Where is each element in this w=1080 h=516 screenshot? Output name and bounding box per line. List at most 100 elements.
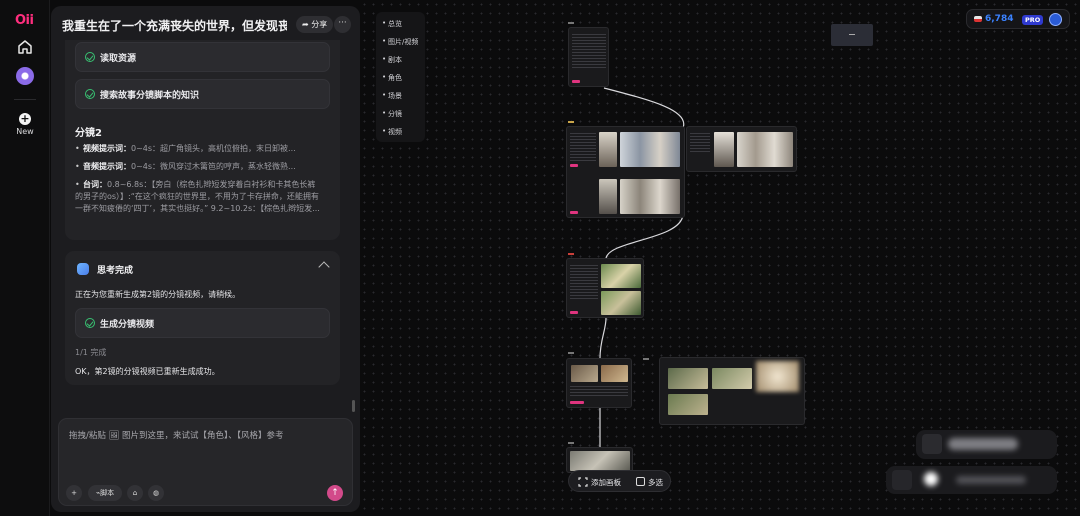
shot-video-prompt: 视频提示词：0~4s：超广角镜头，高机位俯拍，末日卸被... [75,143,323,155]
check-circle-icon [85,52,95,62]
nav-item-video[interactable]: 视频 [382,127,402,137]
node-label [643,358,649,360]
step-pill-generate-video[interactable]: 生成分镜视频 [75,308,330,338]
character-thumb[interactable] [714,132,734,167]
video-thumb[interactable] [668,368,708,389]
character-node-2[interactable] [686,126,797,172]
canvas-nav-menu: 总览 图片/视频 剧本 角色 场景 分镜 视频 [376,12,425,142]
project-avatar[interactable] [16,67,34,85]
user-avatar[interactable] [1049,13,1062,26]
video-thumb[interactable] [756,361,799,392]
minimap-box[interactable] [831,24,873,46]
nav-item-media[interactable]: 图片/视频 [382,37,418,47]
blurred-widget[interactable] [916,430,1057,459]
shot-heading: 分镜2 [75,128,102,139]
node-label [568,253,574,255]
node-tag [570,164,578,167]
shot-thumb[interactable] [601,365,628,382]
home-icon[interactable] [16,38,34,56]
storyboard-node[interactable] [566,358,632,408]
node-label [568,352,574,354]
character-thumb[interactable] [599,179,617,214]
scene-thumb[interactable] [601,264,641,288]
add-board-button[interactable]: 添加画板 [591,477,621,488]
asset-button[interactable]: ⌂ [127,485,143,501]
character-thumb[interactable] [599,132,617,167]
add-board-icon [578,477,588,487]
canvas-toolbar: 添加画板 多选 [568,470,671,492]
credits-badge[interactable]: 6,784 PRO [966,9,1070,29]
widget-blur [956,476,1026,484]
assistant-message-card: 读取资源 搜索故事分镜脚本的知识 分镜2 视频提示词：0~4s：超广角镜头，高机… [65,40,340,240]
nav-item-scenes[interactable]: 场景 [382,91,402,101]
chat-messages[interactable]: 读取资源 搜索故事分镜脚本的知识 分镜2 视频提示词：0~4s：超广角镜头，高机… [51,40,360,412]
node-tag [570,401,584,404]
prompt-placeholder: 拖拽/粘贴 🖼 图片到这里，来试试【角色】、【风格】参考 [69,431,284,441]
character-sheet-thumb[interactable] [620,179,680,214]
agent-icon [77,263,89,275]
result-text: OK，第2镜的分镜视频已重新生成成功。 [75,367,220,376]
app-logo[interactable]: Oii [15,13,34,28]
pro-badge: PRO [1022,15,1044,25]
scene-thumb[interactable] [601,291,641,315]
video-thumb[interactable] [668,394,708,415]
progress-text: 1/1 完成 [75,348,107,357]
nav-item-overview[interactable]: 总览 [382,19,402,29]
send-button[interactable]: ↑ [327,485,343,501]
character-sheet-thumb[interactable] [620,132,680,167]
widget-thumb [892,470,912,490]
more-menu-button[interactable]: ··· [334,16,351,33]
step-pill-search-knowledge[interactable]: 搜索故事分镜脚本的知识 [75,79,330,109]
shot-audio-prompt: 音频提示词：0~4s：微风穿过木篱笆的哼声，蒸水轻微熟... [75,161,323,173]
chevron-up-icon[interactable] [318,261,330,273]
chat-scrollbar[interactable] [352,400,355,412]
video-thumb[interactable] [570,451,630,471]
chat-panel: 我重生在了一个充满丧失的世界，但发现丧... ➦ 分享 ··· 读取资源 搜索故… [51,6,360,512]
nav-item-script[interactable]: 剧本 [382,55,402,65]
character-node[interactable] [566,126,685,218]
nav-item-characters[interactable]: 角色 [382,73,402,83]
script-mode-button[interactable]: ⌁脚本 [88,485,122,501]
rail-divider [14,99,36,100]
script-label: 脚本 [100,489,115,497]
node-text-preview [572,34,606,70]
video-thumb[interactable] [712,368,752,389]
multi-select-button[interactable]: 多选 [648,477,663,488]
new-project-button[interactable]: + [19,113,31,125]
node-tag [570,311,578,314]
node-label [568,121,574,123]
credit-coin-icon [974,16,982,22]
shot-thumb[interactable] [571,365,598,382]
credits-value: 6,784 [985,14,1014,24]
step-label: 搜索故事分镜脚本的知识 [100,91,200,101]
script-node[interactable] [568,27,609,87]
node-label [568,22,574,24]
thinking-status: 正在为您重新生成第2镜的分镜视频，请稍候。 [75,290,241,299]
add-attachment-button[interactable]: + [66,485,82,501]
widget-blur [948,438,1018,450]
check-circle-icon [85,89,95,99]
widget-thumb [922,434,942,454]
minimap-marker [849,34,855,35]
style-button[interactable]: ◍ [148,485,164,501]
thinking-card: 思考完成 正在为您重新生成第2镜的分镜视频，请稍候。 生成分镜视频 1/1 完成… [65,251,340,385]
share-label: 分享 [311,20,328,29]
node-text-preview [570,133,596,163]
node-text-preview [570,386,628,396]
step-label: 读取资源 [100,54,137,64]
new-project-label[interactable]: New [0,127,50,136]
thinking-title: 思考完成 [97,266,134,276]
play-glow-icon [924,472,938,486]
video-output-node[interactable] [659,357,805,425]
share-icon: ➦ [302,20,312,29]
shot-dialogue: 台词：0.8~6.8s：【旁白（棕色扎辫短发穿着白衬衫和卡其色长裤的男子的os）… [75,179,323,215]
prompt-input[interactable]: 拖拽/粘贴 🖼 图片到这里，来试试【角色】、【风格】参考 + ⌁脚本 ⌂ ◍ ↑ [58,418,353,506]
chat-title: 我重生在了一个充满丧失的世界，但发现丧... [62,19,287,33]
character-sheet-thumb[interactable] [737,132,793,167]
nav-rail: Oii + New [0,0,50,516]
step-pill-read-resources[interactable]: 读取资源 [75,42,330,72]
blurred-player[interactable] [886,466,1057,494]
scene-node[interactable] [566,258,644,318]
share-button[interactable]: ➦ 分享 [296,16,334,33]
nav-item-storyboard[interactable]: 分镜 [382,109,402,119]
